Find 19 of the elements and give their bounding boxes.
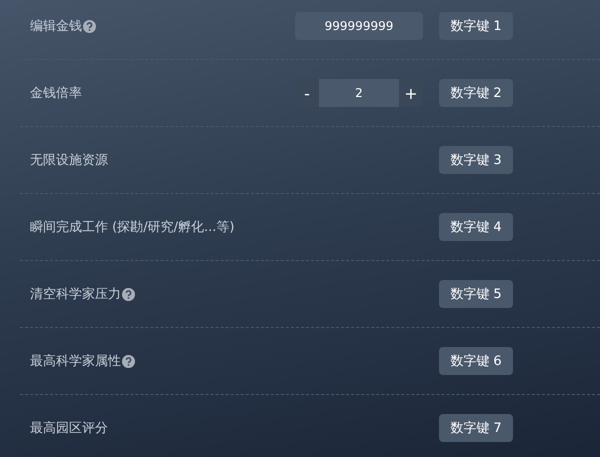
hotkey-button[interactable]: 数字键 4 — [439, 213, 513, 241]
option-label: 无限设施资源 — [30, 152, 108, 169]
hotkey-button[interactable]: 数字键 1 — [439, 12, 513, 40]
help-icon[interactable] — [122, 288, 135, 300]
hotkey-button[interactable]: 数字键 3 — [439, 146, 513, 174]
hotkey-button[interactable]: 数字键 6 — [439, 347, 513, 375]
money-input[interactable]: 999999999 — [295, 12, 423, 40]
option-label: 编辑金钱 — [30, 18, 82, 35]
help-icon[interactable] — [83, 20, 96, 32]
option-label: 最高园区评分 — [30, 420, 108, 437]
hotkey-button[interactable]: 数字键 5 — [439, 280, 513, 308]
option-label: 金钱倍率 — [30, 85, 82, 102]
hotkey-button[interactable]: 数字键 2 — [439, 79, 513, 107]
help-icon[interactable] — [122, 354, 135, 368]
hotkey-button[interactable]: 数字键 7 — [439, 414, 513, 442]
option-label: 清空科学家压力 — [30, 286, 121, 303]
rate-input[interactable]: 2 — [319, 79, 399, 107]
option-label: 最高科学家属性 — [30, 353, 121, 370]
option-label: 瞬间完成工作 (探勘/研究/孵化...等) — [30, 219, 234, 236]
